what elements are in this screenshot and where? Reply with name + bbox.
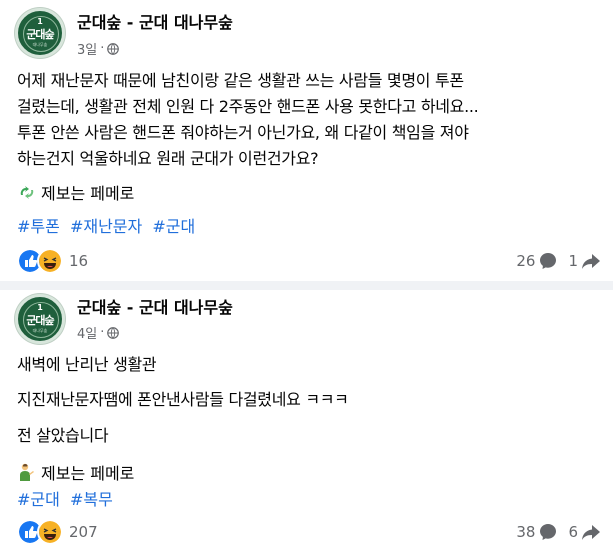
- share-icon[interactable]: [581, 522, 601, 542]
- hashtags: #군대 #복무: [17, 486, 118, 510]
- post-time[interactable]: 4일: [77, 323, 97, 342]
- tip-row: 제보는 페메로: [17, 180, 134, 204]
- person-tipping-hand-icon: [20, 463, 34, 481]
- globe-icon: [107, 326, 120, 339]
- page-name[interactable]: 군대숲 - 군대 대나무숲: [77, 294, 233, 318]
- tip-text: 제보는 페메로: [41, 464, 135, 483]
- engagement-stats: 26 1: [516, 251, 601, 271]
- hashtag-link[interactable]: #재난문자: [70, 217, 142, 236]
- share-icon[interactable]: [581, 251, 601, 271]
- comment-icon[interactable]: [538, 251, 558, 271]
- hashtag-link[interactable]: #군대: [152, 217, 195, 236]
- post-body-line: 지진재난문자땜에 폰안낸사람들 다걸렸네요 ㅋㅋㅋ: [17, 390, 349, 409]
- post-meta: 3일 ·: [77, 39, 120, 58]
- recycle-icon: [20, 186, 34, 199]
- reactions-summary[interactable]: 16: [17, 248, 88, 274]
- meta-separator: ·: [100, 41, 105, 56]
- page-avatar[interactable]: 1 군대숲 대나무숲: [15, 8, 65, 58]
- post-body-line: 투폰 안쓴 사람은 핸드폰 줘야하는거 아닌가요, 왜 다같이 책임을 져야: [17, 123, 469, 142]
- tip-text: 제보는 페메로: [41, 184, 135, 203]
- shares-count[interactable]: 6: [568, 523, 578, 541]
- meta-separator: ·: [100, 325, 105, 340]
- hashtag-link[interactable]: #투폰: [17, 217, 60, 236]
- comment-icon[interactable]: [538, 522, 558, 542]
- haha-reaction-icon: [37, 519, 63, 545]
- engagement-stats: 38 6: [516, 522, 601, 542]
- post-1: 1 군대숲 대나무숲 군대숲 - 군대 대나무숲 3일 · 어제 재난문자 때문…: [0, 0, 613, 284]
- reactions-count: 207: [69, 523, 98, 541]
- reactions-count: 16: [69, 252, 89, 270]
- comments-count[interactable]: 26: [516, 252, 535, 270]
- page-name[interactable]: 군대숲 - 군대 대나무숲: [77, 9, 233, 33]
- post-body-line: 새벽에 난리난 생활관: [17, 355, 157, 374]
- post-body-line: 하는건지 억울하네요 원래 군대가 이런건가요?: [17, 149, 319, 168]
- page-avatar[interactable]: 1 군대숲 대나무숲: [15, 294, 65, 344]
- hashtag-link[interactable]: #복무: [70, 490, 113, 509]
- globe-icon: [107, 42, 120, 55]
- comments-count[interactable]: 38: [516, 523, 535, 541]
- post-body-line: 걸렸는데, 생활관 전체 인원 다 2주동안 핸드폰 사용 못한다고 하네요..…: [17, 97, 479, 116]
- post-meta: 4일 ·: [77, 323, 120, 342]
- hashtags: #투폰 #재난문자 #군대: [17, 213, 200, 237]
- post-body-line: 어제 재난문자 때문에 남친이랑 같은 생활관 쓰는 사람들 몇명이 투폰: [17, 71, 464, 90]
- reactions-summary[interactable]: 207: [17, 519, 98, 545]
- shares-count[interactable]: 1: [568, 252, 578, 270]
- tip-row: 제보는 페메로: [17, 460, 134, 484]
- haha-reaction-icon: [37, 248, 63, 274]
- hashtag-link[interactable]: #군대: [17, 490, 60, 509]
- post-2: 1 군대숲 대나무숲 군대숲 - 군대 대나무숲 4일 · 새벽에 난리난 생활…: [0, 284, 613, 555]
- post-body-line: 전 살았습니다: [17, 426, 109, 445]
- post-time[interactable]: 3일: [77, 39, 97, 58]
